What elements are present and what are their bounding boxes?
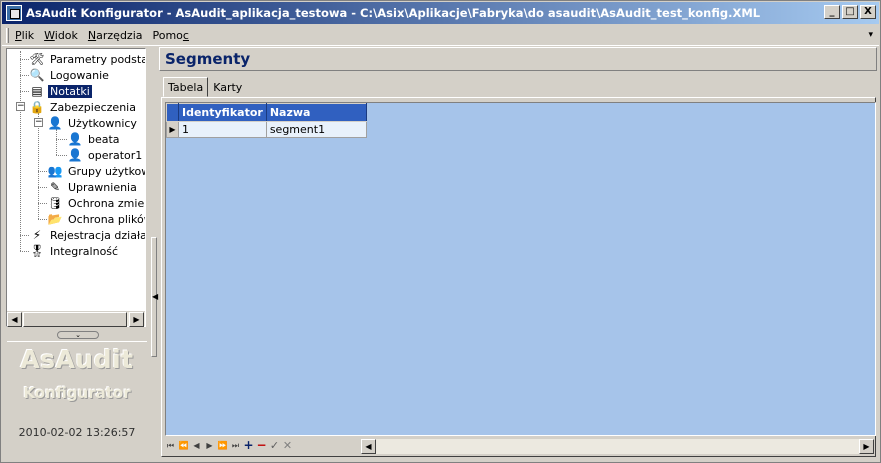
next-page-button[interactable]: ⏩	[217, 439, 228, 452]
tree-item-label: Notatki	[48, 84, 92, 98]
grid-horizontal-scrollbar[interactable]: ◀ ▶	[361, 439, 874, 454]
scroll-thumb[interactable]	[23, 312, 127, 327]
collapse-panel-handle[interactable]: ⌄	[57, 331, 99, 339]
magnifier-icon: 🔍	[29, 68, 45, 82]
user-blue-icon: 👤	[47, 116, 63, 130]
next-record-button[interactable]: ▶	[204, 439, 215, 452]
database-icon: 🛢	[47, 196, 63, 210]
tab-karty[interactable]: Karty	[208, 79, 247, 97]
tree-item-integralnosc[interactable]: 🎖 Integralność	[29, 243, 120, 259]
tree-item-label: Ochrona plików	[68, 212, 146, 226]
menu-pomoc[interactable]: Pomoc	[153, 29, 195, 42]
brand-panel: AsAudit Konfigurator 2010-02-02 13:26:57	[7, 341, 147, 459]
tree-item-parametry[interactable]: 🛠 Parametry podstawowe	[29, 51, 145, 67]
user-green-icon: 👤	[67, 132, 83, 146]
insert-record-button[interactable]: +	[243, 439, 254, 452]
last-record-button[interactable]: ⏭	[230, 439, 241, 452]
app-icon[interactable]	[6, 5, 22, 21]
data-grid[interactable]: Identyfikator Nazwa ▶ 1 segment1	[165, 102, 876, 436]
tree-item-label: beata	[88, 132, 120, 146]
chevron-down-icon[interactable]: ▾	[868, 30, 873, 40]
cell-identyfikator[interactable]: 1	[178, 121, 267, 138]
maximize-button[interactable]: □	[842, 5, 858, 19]
tree-item-uzytkownicy[interactable]: 👤 Użytkownicy	[47, 115, 139, 131]
tree-item-label: Logowanie	[50, 68, 109, 82]
content-panel: Segmenty Tabela Karty Identyfikator Nazw…	[159, 47, 877, 459]
tree-item-label: operator1	[88, 148, 143, 162]
uzytkownicy-expander[interactable]: −	[34, 118, 43, 127]
navigation-tree[interactable]: − − 🛠 Parametry podstawowe 🔍 Logowanie ▤…	[6, 48, 146, 327]
tree-item-rejestracja[interactable]: ⚡ Rejestracja działań	[29, 227, 146, 243]
close-button[interactable]: X	[860, 5, 876, 19]
first-record-button[interactable]: ⏮	[165, 439, 176, 452]
panel-splitter[interactable]: ◀	[149, 47, 159, 459]
tree-item-label: Uprawnienia	[68, 180, 137, 194]
user-green-icon: 👤	[67, 148, 83, 162]
tree-item-label: Grupy użytkowników	[68, 164, 145, 178]
post-edit-button[interactable]: ✓	[269, 439, 280, 452]
splitter-arrow-icon[interactable]: ◀	[151, 237, 158, 357]
tree-item-label: Integralność	[50, 244, 119, 258]
scroll-left-button[interactable]: ◀	[7, 312, 22, 327]
menu-grip[interactable]	[6, 27, 9, 43]
tree-item-operator1[interactable]: 👤 operator1	[67, 147, 144, 163]
cell-nazwa[interactable]: segment1	[265, 121, 367, 138]
title-bar[interactable]: AsAudit Konfigurator - AsAudit_aplikacja…	[2, 2, 879, 24]
minimize-button[interactable]: _	[824, 5, 840, 19]
table-row[interactable]: ▶ 1 segment1	[166, 121, 367, 138]
record-navigator: ⏮ ⏪ ◀ ▶ ⏩ ⏭ + − ✓ ✕	[165, 438, 295, 453]
menu-plik[interactable]: Plik	[15, 29, 40, 42]
scroll-left-button[interactable]: ◀	[361, 439, 376, 454]
wand-icon: ✎	[49, 180, 61, 194]
tree-item-notatki[interactable]: ▤ Notatki	[29, 83, 92, 99]
folder-icon: 📂	[47, 212, 63, 226]
tree-item-uprawnienia[interactable]: ✎ Uprawnienia	[47, 179, 139, 195]
tools-icon: 🛠	[29, 52, 45, 66]
tree-item-beata[interactable]: 👤 beata	[67, 131, 122, 147]
menu-narzedzia[interactable]: Narzędzia	[88, 29, 149, 42]
tree-item-label: Użytkownicy	[68, 116, 137, 130]
tree-item-label: Zabezpieczenia	[50, 100, 136, 114]
tree-item-ochrona-zmiennych[interactable]: 🛢 Ochrona zmiennych	[47, 195, 145, 211]
scroll-right-button[interactable]: ▶	[859, 439, 874, 454]
brand-logo-title: AsAudit	[20, 345, 134, 374]
menu-bar: Plik Widok Narzędzia Pomoc ▾	[2, 25, 879, 46]
tree-item-zabezpieczenia[interactable]: 🔒 Zabezpieczenia	[29, 99, 138, 115]
prior-record-button[interactable]: ◀	[191, 439, 202, 452]
row-indicator-icon: ▶	[166, 121, 179, 138]
tree-horizontal-scrollbar[interactable]: ◀ ▶	[7, 311, 145, 327]
column-header-identyfikator[interactable]: Identyfikator	[178, 103, 267, 122]
note-icon: ▤	[31, 84, 43, 98]
zabezpieczenia-expander[interactable]: −	[16, 102, 25, 111]
menu-widok[interactable]: Widok	[44, 29, 84, 42]
tree-item-label: Ochrona zmiennych	[68, 196, 145, 210]
cancel-edit-button[interactable]: ✕	[282, 439, 293, 452]
main-window: AsAudit Konfigurator - AsAudit_aplikacja…	[0, 0, 881, 463]
brand-logo-subtitle: Konfigurator	[23, 384, 131, 402]
tree-item-ochrona-plikow[interactable]: 📂 Ochrona plików	[47, 211, 146, 227]
view-tabs: Tabela Karty	[163, 77, 247, 99]
tab-content: Identyfikator Nazwa ▶ 1 segment1 ⏮ ⏪ ◀ ▶…	[161, 97, 876, 457]
scroll-right-button[interactable]: ▶	[129, 312, 144, 327]
tree-item-label: Parametry podstawowe	[50, 52, 145, 66]
lock-icon: 🔒	[29, 100, 45, 114]
tree-item-grupy[interactable]: 👥 Grupy użytkowników	[47, 163, 145, 179]
window-title: AsAudit Konfigurator - AsAudit_aplikacja…	[26, 6, 761, 20]
tree-item-logowanie[interactable]: 🔍 Logowanie	[29, 67, 111, 83]
tab-tabela[interactable]: Tabela	[163, 77, 209, 97]
column-header-nazwa[interactable]: Nazwa	[265, 103, 367, 122]
group-icon: 👥	[47, 164, 63, 178]
tree-item-label: Rejestracja działań	[50, 228, 146, 242]
datetime-label: 2010-02-02 13:26:57	[18, 426, 136, 439]
prior-page-button[interactable]: ⏪	[178, 439, 189, 452]
delete-record-button[interactable]: −	[256, 439, 267, 452]
grid-indicator-header	[166, 103, 179, 122]
award-icon: 🎖	[29, 244, 45, 258]
page-title: Segmenty	[159, 47, 877, 71]
lightning-icon: ⚡	[32, 228, 42, 242]
